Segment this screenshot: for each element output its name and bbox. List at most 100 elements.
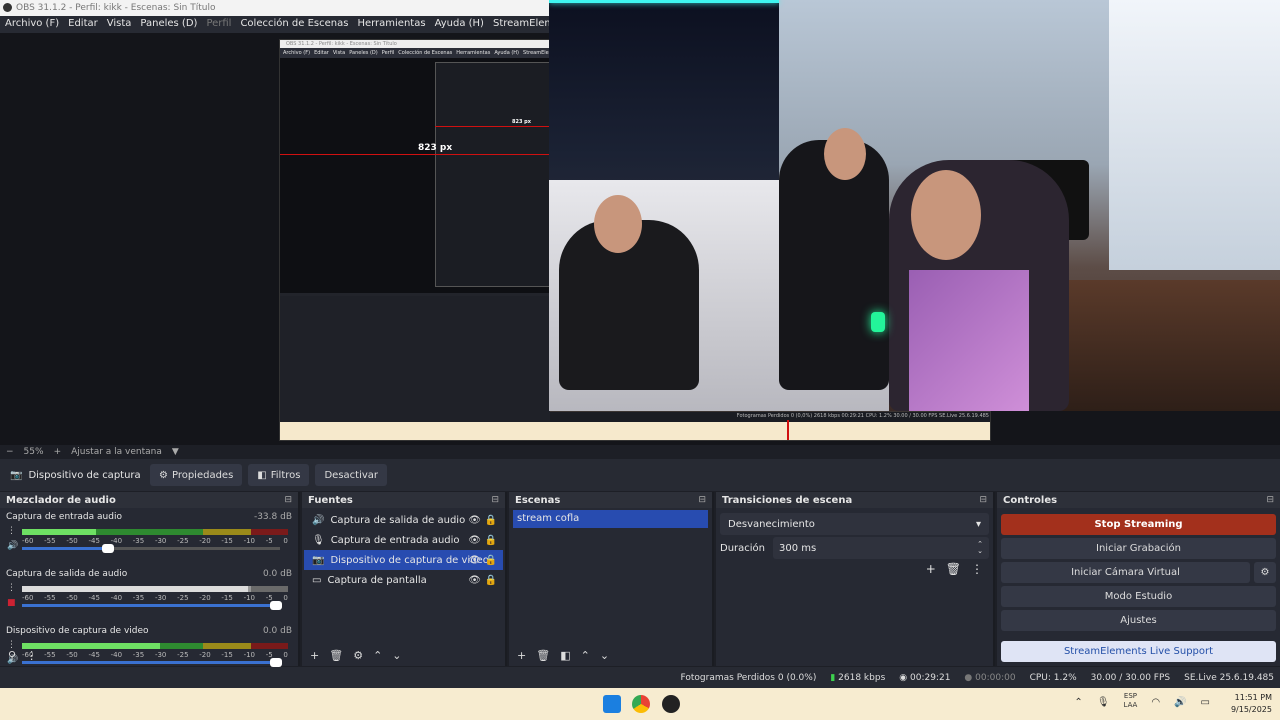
menu-item[interactable]: Editar bbox=[68, 18, 98, 33]
scale-tick: -30 bbox=[154, 537, 167, 545]
add-icon[interactable]: + bbox=[926, 562, 936, 576]
volume-knob[interactable] bbox=[102, 544, 115, 553]
more-options-icon[interactable]: ⋮ bbox=[971, 562, 983, 576]
eye-icon[interactable]: 👁 bbox=[468, 555, 481, 566]
se-support-button[interactable]: StreamElements Live Support bbox=[1001, 641, 1276, 662]
undock-icon[interactable]: ⊟ bbox=[284, 495, 292, 505]
trash-icon[interactable]: 🗑 bbox=[329, 649, 343, 662]
add-icon[interactable]: + bbox=[517, 649, 526, 662]
lang-label-2: LAA bbox=[1123, 701, 1138, 709]
undock-icon[interactable]: ⊟ bbox=[491, 495, 499, 505]
source-item[interactable]: 🔊 Captura de salida de audio 👁 🔒 bbox=[304, 510, 503, 530]
lock-icon[interactable]: 🔒 bbox=[485, 555, 497, 566]
source-item[interactable]: 📷 Dispositivo de captura de video 👁 🔒 bbox=[304, 550, 503, 570]
menu-item[interactable]: Paneles (D) bbox=[140, 18, 197, 33]
sources-title: Fuentes bbox=[308, 494, 353, 506]
speaker-icon[interactable]: 🔊 bbox=[7, 541, 18, 551]
record-icon: ● bbox=[964, 672, 973, 683]
add-icon[interactable]: + bbox=[310, 649, 319, 662]
clock-date: 9/15/2025 bbox=[1230, 705, 1272, 714]
transition-actions: + 🗑 ⋮ bbox=[716, 562, 993, 576]
advanced-audio-icon[interactable]: ⚲ bbox=[8, 649, 16, 662]
scale-tick: -60 bbox=[22, 537, 34, 545]
zoom-in-button[interactable]: + bbox=[54, 447, 62, 457]
lock-icon[interactable]: 🔒 bbox=[485, 515, 497, 526]
more-options-icon[interactable]: ⋮ bbox=[7, 583, 16, 593]
arrow-up-icon[interactable]: ⌃ bbox=[373, 649, 382, 662]
chevron-down-icon[interactable]: ▼ bbox=[172, 447, 179, 457]
filters-button[interactable]: ◧ Filtros bbox=[248, 464, 310, 486]
volume-slider[interactable] bbox=[22, 601, 282, 610]
transition-select[interactable]: Desvanecimiento ▾ bbox=[720, 513, 989, 535]
trash-icon[interactable]: 🗑 bbox=[536, 649, 550, 662]
scene-item[interactable]: stream cofla bbox=[513, 510, 708, 528]
volume-fill bbox=[22, 604, 280, 607]
eye-icon[interactable]: 👁 bbox=[468, 515, 481, 526]
source-item[interactable]: 🎙 Captura de entrada audio 👁 🔒 bbox=[304, 530, 503, 550]
lock-icon[interactable]: 🔒 bbox=[485, 575, 497, 586]
virtual-camera-button[interactable]: Iniciar Cámara Virtual bbox=[1001, 562, 1250, 583]
menu-item[interactable]: Herramientas bbox=[357, 18, 425, 33]
zoom-bar: − 55% + Ajustar a la ventana ▼ bbox=[0, 445, 1280, 459]
volume-knob[interactable] bbox=[270, 601, 282, 610]
language-indicator[interactable]: ESP LAA bbox=[1124, 692, 1138, 710]
settings-button[interactable]: Ajustes bbox=[1001, 610, 1276, 631]
arrow-down-icon[interactable]: ⌄ bbox=[600, 649, 609, 662]
deactivate-button[interactable]: Desactivar bbox=[315, 464, 388, 486]
undock-icon[interactable]: ⊟ bbox=[979, 495, 987, 505]
arrow-down-icon[interactable]: ⌄ bbox=[392, 649, 401, 662]
scale-tick: -35 bbox=[132, 537, 145, 545]
transitions-title: Transiciones de escena bbox=[722, 494, 853, 506]
fit-window-label[interactable]: Ajustar a la ventana bbox=[71, 447, 162, 457]
duration-input[interactable]: 300 ms ⌃ ⌄ bbox=[773, 537, 989, 559]
scenes-dock: Escenas ⊟ stream cofla + 🗑 ◧ ⌃ ⌄ bbox=[509, 492, 714, 666]
studio-mode-button[interactable]: Modo Estudio bbox=[1001, 586, 1276, 607]
menu-item[interactable]: Vista bbox=[107, 18, 132, 33]
chevron-up-icon[interactable]: ⌃ bbox=[1074, 697, 1082, 710]
undock-icon[interactable]: ⊟ bbox=[698, 495, 706, 505]
face-left bbox=[594, 195, 642, 253]
webcam-feed[interactable] bbox=[549, 0, 1280, 411]
obs-taskbar-icon[interactable] bbox=[662, 695, 680, 713]
more-options-icon[interactable]: ⋮ bbox=[7, 526, 16, 536]
zoom-level: 55% bbox=[23, 447, 44, 457]
menu-item[interactable]: Archivo (F) bbox=[5, 18, 59, 33]
nested-title: OBS 31.1.2 - Perfil: kikk - Escenas: Sin… bbox=[280, 40, 550, 48]
volume-icon[interactable]: 🔊 bbox=[1174, 697, 1186, 710]
more-options-icon[interactable]: ⋮ bbox=[26, 649, 37, 662]
gear-icon[interactable]: ⚙ bbox=[1254, 562, 1276, 583]
menu-item[interactable]: Colección de Escenas bbox=[240, 18, 348, 33]
eye-icon[interactable]: 👁 bbox=[468, 535, 481, 546]
volume-slider[interactable] bbox=[22, 544, 280, 553]
zoom-out-button[interactable]: − bbox=[6, 447, 14, 457]
gear-icon[interactable]: ⚙ bbox=[353, 649, 363, 662]
windows-start-icon[interactable] bbox=[603, 695, 621, 713]
sources-dock: Fuentes ⊟ 🔊 Captura de salida de audio 👁 🔒 🎙 C… bbox=[302, 492, 507, 666]
filter-icon[interactable]: ◧ bbox=[560, 649, 570, 662]
start-recording-button[interactable]: Iniciar Grabación bbox=[1001, 538, 1276, 559]
battery-icon[interactable]: ▭ bbox=[1201, 697, 1210, 710]
lock-icon[interactable]: 🔒 bbox=[485, 535, 497, 546]
channel-db: 0.0 dB bbox=[262, 569, 292, 579]
clock[interactable]: 11:51 PM 9/15/2025 bbox=[1231, 692, 1272, 716]
source-item[interactable]: ▭ Captura de pantalla 👁 🔒 bbox=[304, 570, 503, 590]
eye-icon[interactable]: 👁 bbox=[468, 575, 481, 586]
menu-item[interactable]: Ayuda (H) bbox=[435, 18, 484, 33]
arrow-up-icon[interactable]: ⌃ bbox=[581, 649, 590, 662]
menu-item[interactable]: Perfil bbox=[206, 18, 231, 33]
se-version: SE.Live 25.6.19.485 bbox=[1184, 672, 1274, 683]
microphone-icon[interactable]: 🎙 bbox=[1097, 697, 1110, 710]
wifi-icon[interactable]: ◠ bbox=[1151, 697, 1160, 710]
properties-button[interactable]: ⚙ Propiedades bbox=[150, 464, 243, 486]
trash-icon[interactable]: 🗑 bbox=[946, 562, 961, 576]
muted-speaker-icon[interactable]: ■ bbox=[7, 598, 16, 608]
undock-icon[interactable]: ⊟ bbox=[1266, 495, 1274, 505]
mixer-channel: Captura de entrada audio -33.8 dB -60 -55 -5… bbox=[0, 512, 298, 565]
chrome-icon[interactable] bbox=[632, 695, 650, 713]
scale-tick: -45 bbox=[88, 594, 100, 602]
bitrate: 2618 kbps bbox=[838, 672, 886, 683]
source-label: Captura de salida de audio bbox=[330, 514, 466, 526]
stepper-icon[interactable]: ⌃ ⌄ bbox=[977, 541, 983, 555]
scale-tick: -20 bbox=[199, 537, 211, 545]
stop-streaming-button[interactable]: Stop Streaming bbox=[1001, 514, 1276, 535]
